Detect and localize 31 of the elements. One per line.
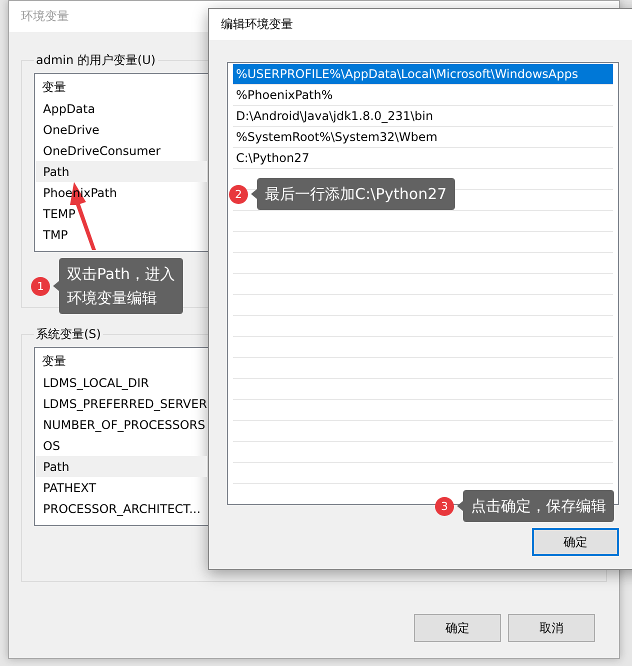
group-label: 系统变量(S) xyxy=(35,326,102,343)
group-label: admin 的用户变量(U) xyxy=(35,52,157,69)
window-title: 环境变量 xyxy=(21,8,69,25)
variable-item[interactable]: PROCESSOR_ARCHITECT... xyxy=(36,498,207,519)
path-entry[interactable]: %SystemRoot%\System32\Wbem xyxy=(233,127,613,148)
variable-item[interactable]: Path xyxy=(36,456,207,477)
callout-pointer-icon xyxy=(53,281,59,291)
callout-pointer-icon xyxy=(251,189,257,199)
variable-item[interactable]: AppData xyxy=(36,98,207,119)
dialog-button[interactable]: 取消 xyxy=(508,614,595,642)
path-entry[interactable]: %PhoenixPath% xyxy=(233,85,613,106)
variable-item[interactable]: NUMBER_OF_PROCESSORS xyxy=(36,414,207,435)
dialog-title: 编辑环境变量 xyxy=(221,16,293,33)
path-entry[interactable]: %USERPROFILE%\AppData\Local\Microsoft\WindowsApps xyxy=(233,64,613,85)
callout-text: 点击确定，保存编辑 xyxy=(463,490,614,522)
variable-item[interactable]: OS xyxy=(36,435,207,456)
variable-item[interactable]: TEMP xyxy=(36,203,207,224)
variable-item[interactable]: PATHEXT xyxy=(36,477,207,498)
variable-item[interactable]: OneDriveConsumer xyxy=(36,140,207,161)
ok-button[interactable]: 确定 xyxy=(532,528,619,556)
path-entry[interactable]: C:\Python27 xyxy=(233,148,613,169)
variable-item[interactable]: LDMS_PREFERRED_SERVER xyxy=(36,393,207,414)
variable-item[interactable]: LDMS_LOCAL_DIR xyxy=(36,372,207,393)
callout-text: 最后一行添加C:\Python27 xyxy=(257,178,455,210)
variable-item[interactable]: OneDrive xyxy=(36,119,207,140)
callout-text: 双击Path，进入 环境变量编辑 xyxy=(59,258,183,314)
variable-item[interactable]: Path xyxy=(36,161,207,182)
callout-pointer-icon xyxy=(457,501,463,511)
variable-item[interactable]: TMP xyxy=(36,224,207,245)
path-entry[interactable]: D:\Android\Java\jdk1.8.0_231\bin xyxy=(233,106,613,127)
dialog-button[interactable]: 确定 xyxy=(414,614,501,642)
